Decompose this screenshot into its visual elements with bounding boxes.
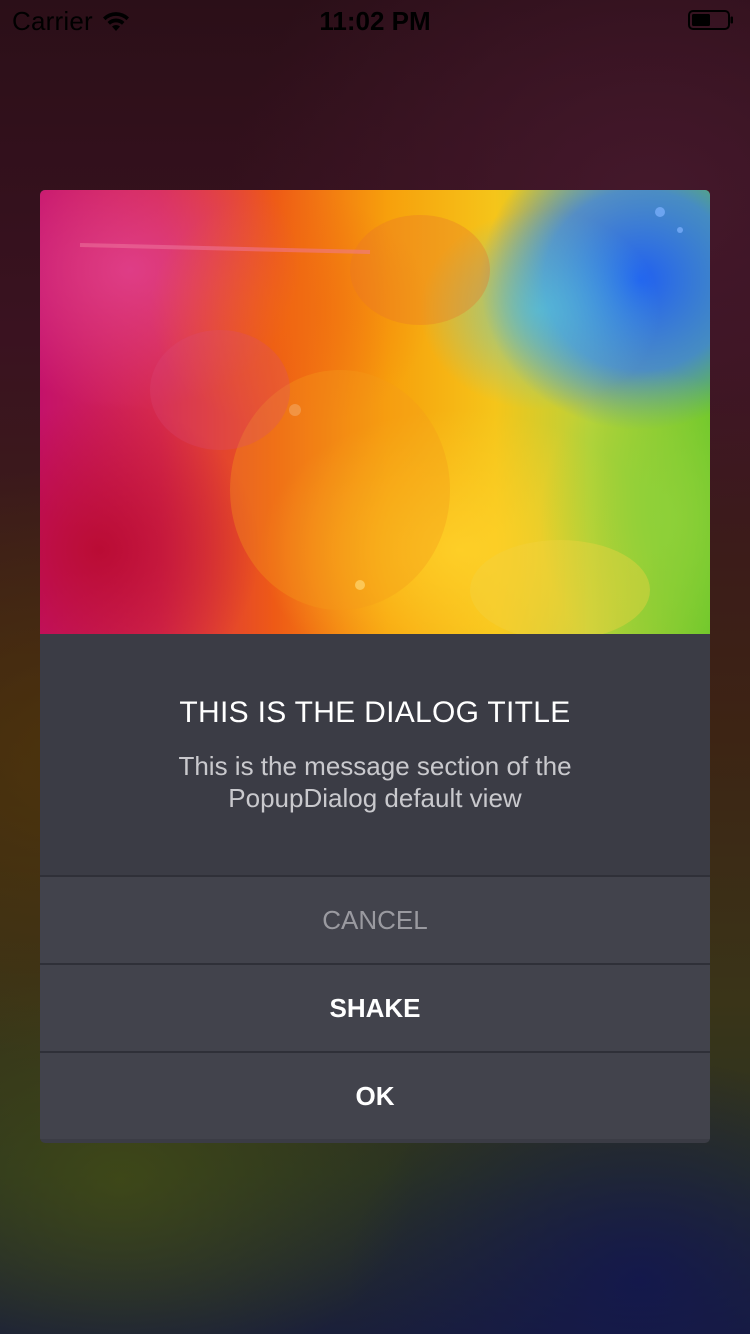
dialog-content: THIS IS THE DIALOG TITLE This is the mes…: [40, 634, 710, 875]
dialog-message: This is the message section of the Popup…: [178, 751, 572, 813]
status-time: 11:02 PM: [319, 6, 431, 36]
shake-button[interactable]: SHAKE: [40, 963, 710, 1051]
popup-dialog: THIS IS THE DIALOG TITLE This is the mes…: [40, 190, 710, 1143]
dialog-title: THIS IS THE DIALOG TITLE: [179, 696, 571, 729]
battery-icon: [688, 10, 733, 30]
cancel-button[interactable]: CANCEL: [40, 875, 710, 963]
status-bar: Carrier 11:02 PM: [0, 0, 750, 40]
watercolor-rainbow-image: [40, 190, 710, 634]
ok-button[interactable]: OK: [40, 1051, 710, 1139]
